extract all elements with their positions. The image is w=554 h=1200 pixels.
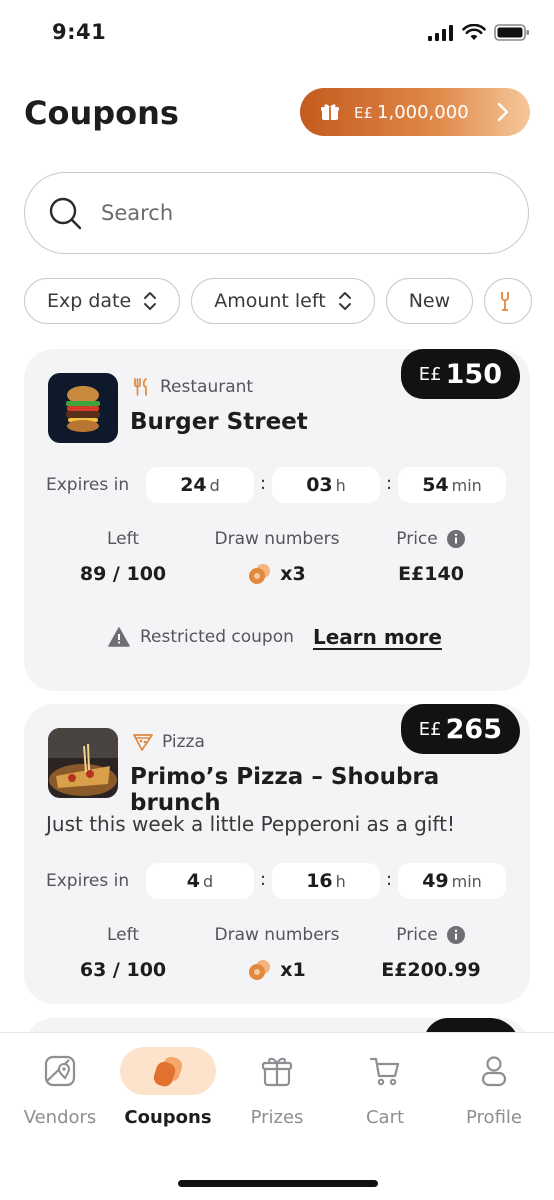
status-bar: 9:41 [0,0,554,66]
vendor-thumbnail [48,728,118,798]
filter-chips: Exp date Amount left New [24,278,554,326]
coupon-value-badge: E£ 265 [400,704,520,754]
info-icon[interactable] [446,529,466,549]
gift-icon [321,104,339,120]
filter-new[interactable]: New [385,278,474,324]
stat-draw-numbers: Draw numbers x3 [214,529,340,585]
pizza-image [48,728,118,798]
expiry-row: Expires in 24 d : 03 h : 54 min [24,467,530,503]
expiry-days: 24 d [146,467,254,503]
expiry-hours: 16 h [272,863,380,899]
expiry-minutes: 49 min [398,863,506,899]
time-separator: : [260,473,267,494]
wifi-icon [462,24,486,40]
balance-button[interactable]: E£ 1,000,000 [300,88,530,136]
expiry-minutes: 54 min [398,467,506,503]
coupon-card[interactable]: E£ 150 Restaurant Burger Street Expires i… [24,349,530,691]
filter-amount-left[interactable]: Amount left [191,278,375,324]
coupons-icon [153,1056,183,1087]
sort-icon [338,292,351,310]
draw-tokens-icon [249,564,271,584]
coupon-category: Pizza [132,732,205,752]
gift-icon [261,1057,293,1087]
coupon-stats: Left 63 / 100 Draw numbers x1 Price E£20… [24,925,530,985]
cart-icon [369,1057,400,1086]
signal-icon [428,24,453,41]
time-separator: : [386,869,393,890]
vendor-name: Primo’s Pizza – Shoubra brunch [130,764,440,816]
stat-left: Left 89 / 100 [79,529,167,585]
sort-icon [144,292,157,310]
learn-more-link[interactable]: Learn more [313,625,442,649]
search-input[interactable] [99,200,483,226]
time-separator: : [386,473,393,494]
vendors-map-icon [44,1055,76,1087]
vendor-name: Burger Street [130,409,308,435]
restaurant-icon [501,292,510,311]
search-bar[interactable] [24,172,529,254]
stat-draw-numbers: Draw numbers x1 [214,925,340,981]
restaurant-icon [134,378,147,396]
expiry-row: Expires in 4d : 16 h : 49 min [24,863,530,899]
tab-prizes[interactable]: Prizes [223,1047,331,1128]
page-title: Coupons [24,94,179,132]
balance-amount: E£ 1,000,000 [354,101,469,123]
tab-coupons[interactable]: Coupons [114,1047,222,1128]
tab-profile[interactable]: Profile [440,1047,548,1128]
warning-icon [108,627,130,647]
status-icons [428,24,530,41]
search-icon [49,197,82,230]
coupon-stats: Left 89 / 100 Draw numbers x3 Price E£14… [24,529,530,589]
coupon-promo-text: Just this week a little Pepperoni as a g… [46,812,455,836]
stat-price: Price E£140 [396,529,466,585]
filter-exp-date[interactable]: Exp date [24,278,181,324]
tab-vendors[interactable]: Vendors [6,1047,114,1128]
coupon-category: Restaurant [132,377,253,397]
info-icon[interactable] [446,925,466,945]
coupon-card[interactable]: E£ 265 Pizza Primo’s Pizza – Shoubra brun… [24,704,530,1004]
vendor-thumbnail [48,373,118,443]
coupon-value-badge: E£ 150 [400,349,520,399]
app-screen: 9:41 Coupons E£ 1,000,000 Search Exp dat… [0,0,554,1200]
expiry-hours: 03 h [272,467,380,503]
burger-image [48,373,118,443]
chevron-right-icon [497,102,509,122]
tab-cart[interactable]: Cart [331,1047,439,1128]
status-time: 9:41 [52,20,107,44]
profile-icon [481,1056,507,1087]
time-separator: : [260,869,267,890]
stat-price: Price E£200.99 [381,925,481,981]
pizza-slice-icon [133,734,153,751]
filter-restaurant[interactable] [484,278,533,324]
draw-tokens-icon [249,960,271,980]
restricted-notice: Restricted coupon [108,627,294,647]
home-indicator [178,1180,378,1187]
expiry-days: 4d [146,863,254,899]
stat-left: Left 63 / 100 [79,925,167,981]
battery-icon [494,24,529,41]
bottom-tab-bar: Vendors Coupons Prizes Cart Profile [0,1032,554,1200]
